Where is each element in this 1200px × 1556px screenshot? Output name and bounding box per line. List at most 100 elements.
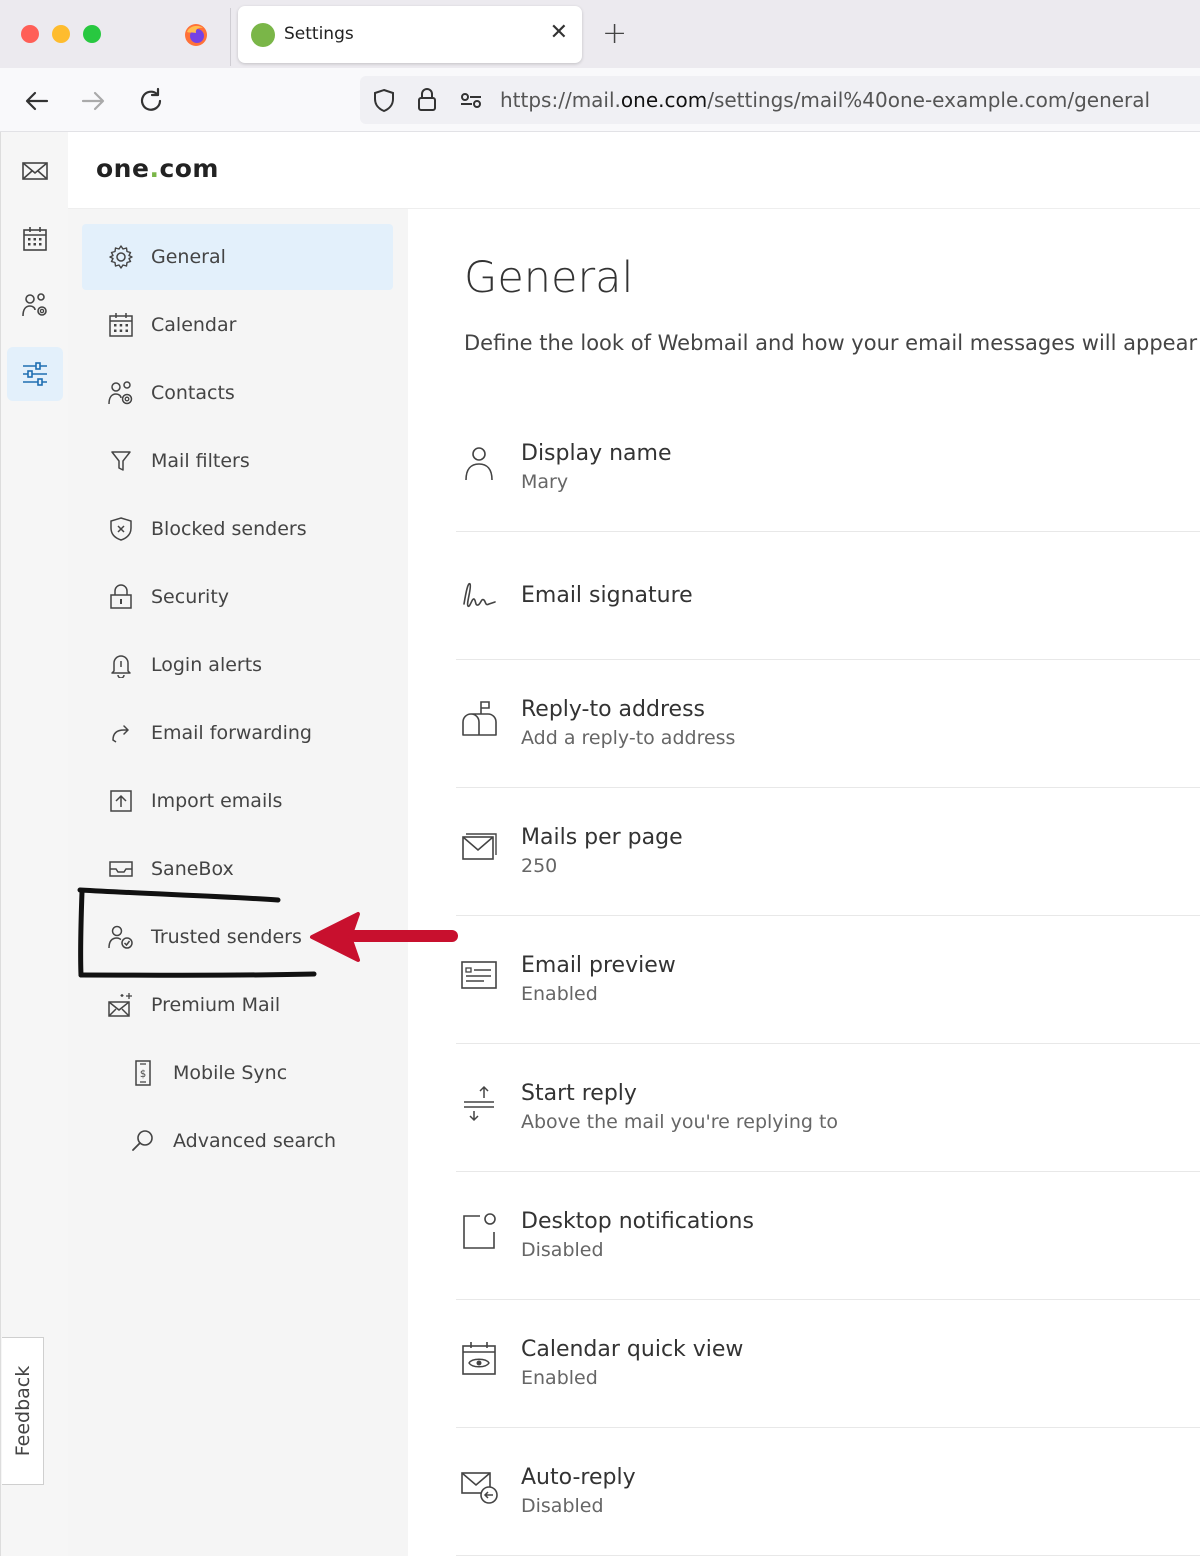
sidebar-item-security[interactable]: Security bbox=[82, 564, 393, 630]
setting-mails-per-page[interactable]: Mails per page 250 bbox=[456, 788, 1200, 916]
notification-icon bbox=[463, 1213, 496, 1249]
import-icon bbox=[110, 790, 132, 812]
url-domain: one.com bbox=[620, 88, 708, 112]
auto-reply-icon bbox=[461, 1472, 498, 1504]
rail-calendar[interactable] bbox=[7, 212, 63, 266]
sidebar-item-sanebox[interactable]: SaneBox bbox=[82, 836, 393, 902]
setting-value: Disabled bbox=[521, 1495, 604, 1517]
forward-arrow-icon[interactable] bbox=[78, 86, 108, 116]
sanebox-icon bbox=[109, 861, 133, 877]
setting-value: Enabled bbox=[521, 1367, 598, 1389]
premium-mail-icon bbox=[108, 993, 132, 1017]
calendar-icon bbox=[23, 227, 47, 251]
sidebar-item-mobile-sync[interactable]: $ Mobile Sync bbox=[82, 1040, 393, 1106]
setting-value: Add a reply-to address bbox=[521, 727, 736, 749]
sidebar-item-label: Mobile Sync bbox=[173, 1062, 288, 1084]
setting-reply-to-address[interactable]: Reply-to address Add a reply-to address bbox=[456, 660, 1200, 788]
permissions-icon[interactable] bbox=[458, 87, 484, 113]
window-zoom-button[interactable] bbox=[83, 25, 101, 43]
sidebar-item-advanced-search[interactable]: Advanced search bbox=[82, 1108, 393, 1174]
sidebar-item-import-emails[interactable]: Import emails bbox=[82, 768, 393, 834]
mail-stack-icon bbox=[462, 833, 497, 860]
logo-dot: . bbox=[149, 154, 160, 183]
tab-settings[interactable]: Settings ✕ bbox=[238, 6, 582, 63]
search-icon bbox=[132, 1130, 153, 1151]
setting-email-preview[interactable]: Email preview Enabled bbox=[456, 916, 1200, 1044]
sidebar-item-mail-filters[interactable]: Mail filters bbox=[82, 428, 393, 494]
sidebar-item-premium-mail[interactable]: Premium Mail bbox=[82, 972, 393, 1038]
back-arrow-icon[interactable] bbox=[22, 86, 52, 116]
lock-icon bbox=[110, 584, 132, 609]
tab-divider bbox=[230, 8, 231, 66]
sidebar-item-label: General bbox=[151, 246, 226, 268]
setting-value: Disabled bbox=[521, 1239, 604, 1261]
tab-close-icon[interactable]: ✕ bbox=[550, 20, 568, 45]
rail-settings[interactable] bbox=[7, 347, 63, 401]
sidebar-item-label: Login alerts bbox=[151, 654, 263, 676]
browser-nav-bar: https://mail.one.com/settings/mail%40one… bbox=[0, 68, 1200, 132]
preview-icon bbox=[461, 961, 497, 989]
sidebar-item-label: Email forwarding bbox=[151, 722, 312, 744]
sidebar-item-label: Contacts bbox=[151, 382, 235, 404]
setting-title: Email signature bbox=[521, 583, 693, 608]
rail-mail[interactable] bbox=[7, 144, 63, 198]
sidebar-item-general[interactable]: General bbox=[82, 224, 393, 290]
url-text[interactable]: https://mail.one.com/settings/mail%40one… bbox=[500, 88, 1150, 112]
feedback-button[interactable]: Feedback bbox=[2, 1337, 44, 1485]
firefox-icon[interactable] bbox=[184, 23, 208, 47]
tab-favicon-icon bbox=[251, 23, 275, 47]
mobile-sync-icon: $ bbox=[135, 1060, 151, 1086]
lock-icon[interactable] bbox=[414, 87, 440, 113]
setting-value: Mary bbox=[521, 471, 569, 493]
setting-auto-reply[interactable]: Auto-reply Disabled bbox=[456, 1428, 1200, 1556]
sidebar-item-label: SaneBox bbox=[151, 858, 234, 880]
setting-value: Above the mail you're replying to bbox=[521, 1111, 839, 1133]
settings-sidebar: General Calendar Contacts Mail filters B… bbox=[68, 209, 408, 1556]
rail-contacts[interactable] bbox=[7, 278, 63, 332]
setting-display-name[interactable]: Display name Mary bbox=[456, 404, 1200, 532]
filter-icon bbox=[111, 451, 131, 471]
setting-start-reply[interactable]: Start reply Above the mail you're replyi… bbox=[456, 1044, 1200, 1172]
sidebar-item-calendar[interactable]: Calendar bbox=[82, 292, 393, 358]
setting-calendar-quick-view[interactable]: Calendar quick view Enabled bbox=[456, 1300, 1200, 1428]
sidebar-item-label: Calendar bbox=[151, 314, 237, 336]
feedback-label: Feedback bbox=[11, 1365, 34, 1457]
sidebar-item-blocked-senders[interactable]: Blocked senders bbox=[82, 496, 393, 562]
setting-value: Enabled bbox=[521, 983, 598, 1005]
setting-desktop-notifications[interactable]: Desktop notifications Disabled bbox=[456, 1172, 1200, 1300]
app-rail: Feedback bbox=[0, 132, 68, 1556]
person-icon bbox=[465, 447, 493, 481]
bell-icon bbox=[111, 655, 131, 678]
setting-title: Mails per page bbox=[521, 825, 683, 850]
settings-main: General Define the look of Webmail and h… bbox=[408, 209, 1200, 1556]
sidebar-item-label: Security bbox=[151, 586, 230, 608]
sidebar-item-label: Mail filters bbox=[151, 450, 250, 472]
url-path: /settings/mail%40one-example.com/general bbox=[707, 88, 1151, 112]
signature-icon bbox=[463, 582, 496, 608]
logo-suffix: com bbox=[159, 154, 219, 183]
new-tab-button[interactable]: + bbox=[602, 16, 627, 52]
app-header: one.com bbox=[68, 132, 1200, 209]
onecom-logo[interactable]: one.com bbox=[96, 154, 219, 183]
shield-icon[interactable] bbox=[371, 87, 397, 113]
sidebar-item-label: Premium Mail bbox=[151, 994, 281, 1016]
sidebar-item-email-forwarding[interactable]: Email forwarding bbox=[82, 700, 393, 766]
contacts-icon bbox=[22, 293, 47, 317]
settings-sliders-icon bbox=[23, 362, 47, 386]
sidebar-item-login-alerts[interactable]: Login alerts bbox=[82, 632, 393, 698]
sidebar-item-label: Advanced search bbox=[173, 1130, 337, 1152]
setting-title: Auto-reply bbox=[521, 1465, 636, 1490]
sidebar-item-label: Trusted senders bbox=[151, 926, 302, 948]
reload-icon[interactable] bbox=[136, 86, 166, 116]
setting-title: Reply-to address bbox=[521, 697, 705, 722]
tab-title: Settings bbox=[284, 24, 354, 44]
window-minimize-button[interactable] bbox=[52, 25, 70, 43]
logo-text: one bbox=[96, 154, 150, 183]
sidebar-item-contacts[interactable]: Contacts bbox=[82, 360, 393, 426]
address-bar[interactable]: https://mail.one.com/settings/mail%40one… bbox=[360, 76, 1200, 124]
reply-position-icon bbox=[464, 1085, 494, 1122]
setting-email-signature[interactable]: Email signature bbox=[456, 532, 1200, 660]
sidebar-item-trusted-senders[interactable]: Trusted senders bbox=[82, 904, 393, 970]
window-close-button[interactable] bbox=[21, 25, 39, 43]
page-description: Define the look of Webmail and how your … bbox=[464, 331, 1198, 355]
